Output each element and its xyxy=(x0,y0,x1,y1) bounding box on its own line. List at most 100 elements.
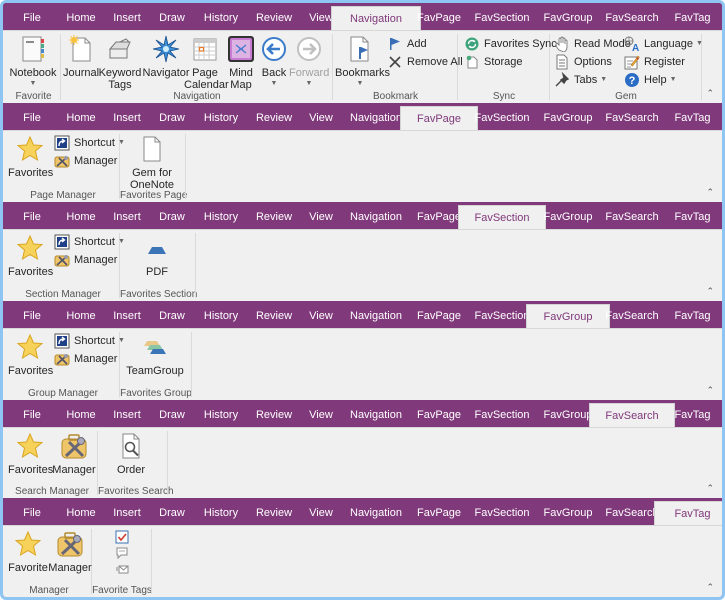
collapse-ribbon-icon[interactable]: ⌃ xyxy=(706,187,714,198)
tab-navigation[interactable]: Navigation xyxy=(337,501,415,525)
mind-map-button[interactable]: Mind Map xyxy=(226,35,256,91)
pin-icon xyxy=(554,72,570,88)
help-button[interactable]: ? Help ▼ xyxy=(624,71,677,89)
tabs-button[interactable]: Tabs ▼ xyxy=(554,71,607,89)
tab-file[interactable]: File xyxy=(12,403,52,427)
manager-small-icon xyxy=(54,153,70,169)
notebook-button[interactable]: Notebook ▼ xyxy=(8,35,58,89)
tab-favgroup[interactable]: FavGroup xyxy=(532,106,604,130)
collapse-ribbon-icon[interactable]: ⌃ xyxy=(706,483,714,494)
tab-review[interactable]: Review xyxy=(244,106,304,130)
tab-review[interactable]: Review xyxy=(244,304,304,328)
remove-all-bookmarks-button[interactable]: Remove All xyxy=(387,53,463,71)
favorite-button[interactable]: Favorite xyxy=(8,530,48,574)
tab-favtag[interactable]: FavTag xyxy=(660,205,722,229)
journal-button[interactable]: Journal xyxy=(63,35,99,79)
tab-favsearch[interactable]: FavSearch xyxy=(595,106,669,130)
tab-history[interactable]: History xyxy=(190,304,252,328)
tab-history[interactable]: History xyxy=(190,403,252,427)
tab-favsearch[interactable]: FavSearch xyxy=(595,205,669,229)
tab-review[interactable]: Review xyxy=(244,6,304,30)
manager-button[interactable]: Manager xyxy=(54,350,117,368)
tab-favpage[interactable]: FavPage xyxy=(406,501,472,525)
favorites-sync-button[interactable]: Favorites Sync xyxy=(464,35,557,53)
group-bookmark: Bookmark Bookmarks ▼ Add Remove All xyxy=(333,31,463,103)
shortcut-button[interactable]: Shortcut ▼ xyxy=(54,134,125,152)
read-mode-button[interactable]: Read Mode xyxy=(554,35,631,53)
tab-file[interactable]: File xyxy=(12,106,52,130)
tab-favtag[interactable]: FavTag xyxy=(660,106,722,130)
star-icon xyxy=(14,530,42,558)
tab-favtag[interactable]: FavTag xyxy=(660,403,722,427)
tab-history[interactable]: History xyxy=(190,106,252,130)
favorite-search-order[interactable]: Order xyxy=(100,432,162,476)
manager-button[interactable]: Manager xyxy=(52,432,96,476)
group-label: Group Manager xyxy=(27,388,99,399)
language-button[interactable]: A Language ▼ xyxy=(624,35,703,53)
favorite-page-gem-for-onenote[interactable]: Gem for OneNote xyxy=(122,135,182,191)
add-bookmark-button[interactable]: Add xyxy=(387,35,427,53)
tab-favsection[interactable]: FavSection xyxy=(464,501,540,525)
tab-navigation[interactable]: Navigation xyxy=(337,205,415,229)
email-tag-icon[interactable] xyxy=(115,562,129,576)
collapse-ribbon-icon[interactable]: ⌃ xyxy=(706,286,714,297)
tab-file[interactable]: File xyxy=(12,205,52,229)
tab-file[interactable]: File xyxy=(12,304,52,328)
favorite-section-pdf[interactable]: PDF xyxy=(122,234,192,278)
manager-button[interactable]: Manager xyxy=(54,152,117,170)
page-calendar-button[interactable]: Page Calendar xyxy=(184,35,229,91)
tab-favpage[interactable]: FavPage xyxy=(406,304,472,328)
collapse-ribbon-icon[interactable]: ⌃ xyxy=(706,582,714,593)
tab-history[interactable]: History xyxy=(190,6,252,30)
back-button[interactable]: Back ▼ xyxy=(259,35,289,89)
tab-favgroup[interactable]: FavGroup xyxy=(532,501,604,525)
manager-button[interactable]: Manager xyxy=(48,530,92,574)
bookmarks-button[interactable]: Bookmarks ▼ xyxy=(335,35,390,89)
dropdown-caret-icon[interactable]: ▼ xyxy=(335,79,385,89)
options-button[interactable]: Options xyxy=(554,53,612,71)
tab-favsection[interactable]: FavSection xyxy=(464,6,540,30)
favorite-group-teamgroup[interactable]: TeamGroup xyxy=(122,333,188,377)
forward-button[interactable]: Forward ▼ xyxy=(289,35,329,89)
tab-navigation[interactable]: Navigation xyxy=(337,403,415,427)
manager-small-icon xyxy=(54,351,70,367)
to-do-checkbox-icon[interactable] xyxy=(115,530,129,544)
tab-history[interactable]: History xyxy=(190,205,252,229)
tab-file[interactable]: File xyxy=(12,501,52,525)
dropdown-caret-icon[interactable]: ▼ xyxy=(8,79,58,89)
tab-navigation[interactable]: Navigation xyxy=(337,304,415,328)
tab-favgroup[interactable]: FavGroup xyxy=(532,6,604,30)
tab-favpage[interactable]: FavPage xyxy=(406,403,472,427)
dropdown-caret-icon[interactable]: ▼ xyxy=(289,79,329,89)
register-button[interactable]: Register xyxy=(624,53,685,71)
tab-favtag[interactable]: FavTag xyxy=(654,501,722,525)
tab-favtag[interactable]: FavTag xyxy=(660,304,722,328)
shortcut-button[interactable]: Shortcut ▼ xyxy=(54,233,125,251)
tab-history[interactable]: History xyxy=(190,501,252,525)
manager-button[interactable]: Manager xyxy=(54,251,117,269)
collapse-ribbon-icon[interactable]: ⌃ xyxy=(706,88,714,99)
tab-favsearch[interactable]: FavSearch xyxy=(595,6,669,30)
tab-favsection[interactable]: FavSection xyxy=(464,403,540,427)
tab-favgroup[interactable]: FavGroup xyxy=(532,205,604,229)
tab-review[interactable]: Review xyxy=(244,403,304,427)
keyword-tags-button[interactable]: Keyword Tags xyxy=(98,35,142,91)
tab-favsearch[interactable]: FavSearch xyxy=(595,304,669,328)
favorites-button[interactable]: Favorites xyxy=(8,432,53,476)
favorites-button[interactable]: Favorites xyxy=(8,135,53,179)
tab-favpage[interactable]: FavPage xyxy=(406,6,472,30)
group-manager: Group Manager Favorites Shortcut ▼ Manager xyxy=(6,329,125,400)
tab-favsection[interactable]: FavSection xyxy=(464,106,540,130)
tab-favtag[interactable]: FavTag xyxy=(660,6,722,30)
dropdown-caret-icon[interactable]: ▼ xyxy=(259,79,289,89)
speech-bubble-icon[interactable] xyxy=(115,546,129,560)
tab-file[interactable]: File xyxy=(12,6,52,30)
favorites-button[interactable]: Favorites xyxy=(8,333,54,377)
collapse-ribbon-icon[interactable]: ⌃ xyxy=(706,385,714,396)
tab-review[interactable]: Review xyxy=(244,501,304,525)
storage-button[interactable]: Storage xyxy=(464,53,523,71)
favorites-button[interactable]: Favorites xyxy=(8,234,53,278)
shortcut-button[interactable]: Shortcut ▼ xyxy=(54,332,125,350)
tab-review[interactable]: Review xyxy=(244,205,304,229)
button-label: Favorites xyxy=(8,365,54,377)
